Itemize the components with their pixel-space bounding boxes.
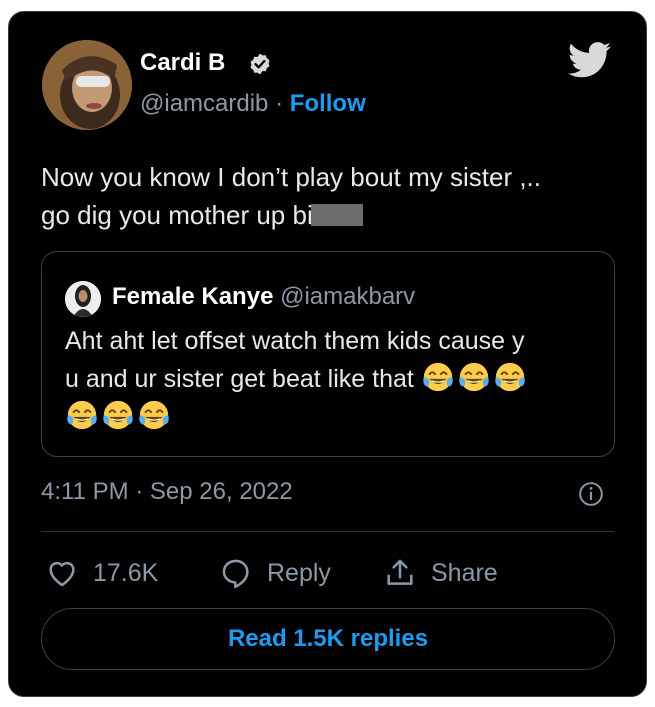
info-icon[interactable] [578, 481, 604, 507]
verified-badge-icon [250, 53, 270, 75]
quoted-avatar-photo [65, 281, 101, 317]
quoted-tweet-text: Aht aht let offset watch them kids cause… [65, 322, 595, 436]
author-avatar[interactable] [42, 40, 132, 130]
tears-of-joy-emoji-icon [67, 400, 97, 430]
like-action[interactable]: 17.6K [45, 555, 158, 591]
share-label: Share [431, 558, 498, 587]
tweet-timestamp[interactable]: 4:11 PM · Sep 26, 2022 [41, 478, 293, 506]
avatar-photo [42, 40, 132, 130]
tears-of-joy-emoji-icon [139, 400, 169, 430]
quoted-author-avatar [65, 281, 101, 317]
separator-dot: · [275, 90, 284, 117]
reply-action[interactable]: Reply [219, 555, 331, 591]
share-action[interactable]: Share [383, 555, 498, 591]
quoted-text-line-2: u and ur sister get beat like that [65, 360, 595, 398]
tweet-text-line-1: Now you know I don’t play bout my sister… [41, 162, 541, 192]
tears-of-joy-emoji-icon [459, 362, 489, 392]
emoji-line [65, 398, 595, 436]
quoted-text-line-1: Aht aht let offset watch them kids cause… [65, 327, 525, 355]
tears-of-joy-emoji-icon [495, 362, 525, 392]
tweet-card: Cardi B @iamcardib · Follow Now you know… [8, 11, 647, 697]
censor-block [310, 204, 363, 226]
reply-label: Reply [267, 558, 331, 587]
like-count: 17.6K [93, 558, 159, 587]
twitter-bird-icon[interactable] [568, 42, 612, 78]
share-icon [387, 559, 413, 585]
quoted-author-handle: @iamakbarv [280, 283, 416, 310]
author-handle[interactable]: @iamcardib [140, 90, 268, 117]
tears-of-joy-emoji-icon [423, 362, 453, 392]
emoji-group-1 [421, 362, 529, 393]
author-name[interactable]: Cardi B [140, 49, 225, 77]
heart-icon [49, 561, 75, 587]
tweet-text-line-2: go dig you mother up bi [41, 196, 601, 234]
reply-bubble-icon [222, 559, 249, 589]
author-handle-row: @iamcardib · Follow [140, 90, 366, 118]
read-replies-button[interactable]: Read 1.5K replies [41, 608, 615, 670]
emoji-group-2 [65, 400, 173, 431]
quoted-author-name: Female Kanye [112, 283, 274, 310]
quoted-tweet[interactable]: Female Kanye @iamakbarv Aht aht let offs… [41, 251, 615, 457]
tears-of-joy-emoji-icon [103, 400, 133, 430]
quoted-author-row: Female Kanye @iamakbarv [112, 283, 415, 311]
tweet-text: Now you know I don’t play bout my sister… [41, 158, 601, 234]
divider [41, 531, 614, 532]
follow-button[interactable]: Follow [290, 90, 366, 117]
